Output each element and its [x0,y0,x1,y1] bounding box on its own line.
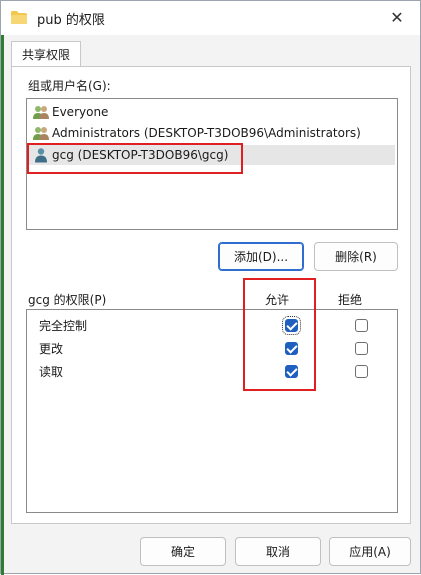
deny-read-checkbox[interactable] [355,365,368,378]
user-name: Everyone [52,105,109,119]
ok-button[interactable]: 确定 [140,537,226,566]
list-item[interactable]: Everyone [29,102,395,122]
allow-column-header: 允许 [265,293,290,307]
allow-read-checkbox[interactable] [285,365,298,378]
allow-full-control-checkbox[interactable] [282,316,301,335]
user-name: Administrators (DESKTOP-T3DOB96\Administ… [52,126,361,140]
deny-change-checkbox[interactable] [355,342,368,355]
cancel-button[interactable]: 取消 [235,537,321,566]
remove-button[interactable]: 删除(R) [314,242,398,271]
tab-panel: 组或用户名(G): Everyone Administrators (DESKT… [11,66,411,524]
permissions-dialog: pub 的权限 ✕ 共享权限 组或用户名(G): Everyone Admini… [0,0,421,575]
window-title: pub 的权限 [37,13,105,28]
permission-row: 完全控制 [27,314,397,336]
permission-name: 读取 [39,365,64,379]
background-window-edge [1,1,4,575]
allow-change-checkbox[interactable] [285,342,298,355]
user-list[interactable]: Everyone Administrators (DESKTOP-T3DOB96… [26,98,398,230]
folder-icon [11,11,27,24]
title-bar: pub 的权限 ✕ [1,1,420,35]
close-icon: ✕ [390,8,404,27]
tab-share-permissions[interactable]: 共享权限 [11,41,81,67]
group-users-icon [33,127,49,140]
tab-strip: 共享权限 [11,41,411,67]
permissions-label: gcg 的权限(P) [28,293,107,307]
add-button[interactable]: 添加(D)... [218,242,304,271]
permission-name: 完全控制 [39,319,88,333]
deny-full-control-checkbox[interactable] [355,319,368,332]
permission-row: 更改 [27,337,397,359]
list-item[interactable]: Administrators (DESKTOP-T3DOB96\Administ… [29,123,395,143]
deny-column-header: 拒绝 [338,293,363,307]
permission-row: 读取 [27,360,397,382]
permission-name: 更改 [39,342,64,356]
user-name: gcg (DESKTOP-T3DOB96\gcg) [52,148,229,162]
close-button[interactable]: ✕ [374,1,420,34]
group-users-icon [33,106,49,119]
apply-button[interactable]: 应用(A) [329,537,411,566]
groups-label: 组或用户名(G): [28,79,111,93]
list-item-selected[interactable]: gcg (DESKTOP-T3DOB96\gcg) [29,145,395,165]
permissions-grid: 完全控制 更改 读取 [26,309,398,513]
single-user-icon [35,148,47,163]
